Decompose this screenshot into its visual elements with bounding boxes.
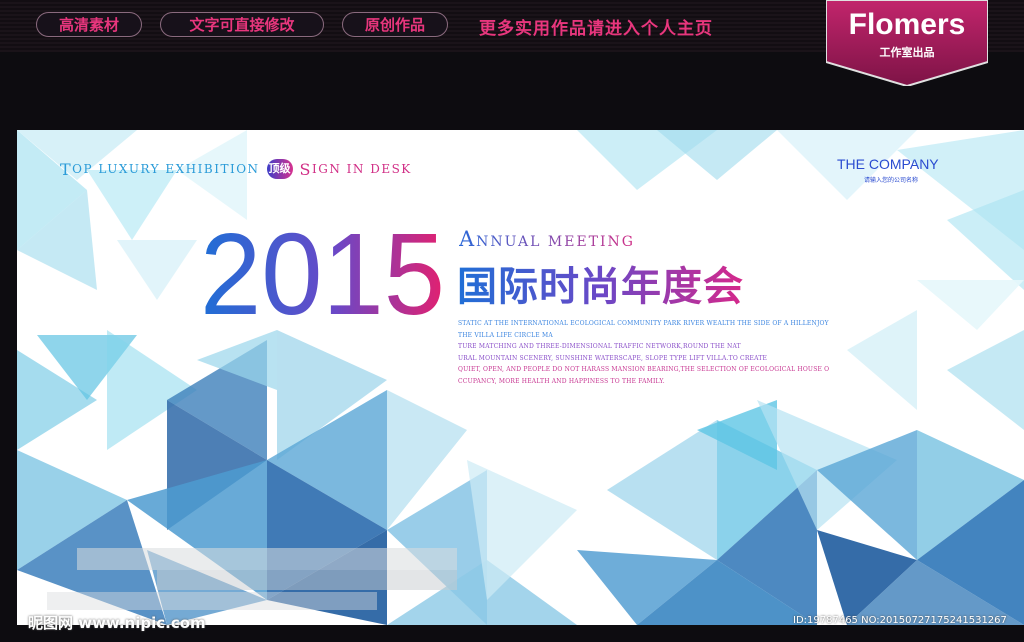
tagline-part1: OP LUXURY EXHIBITION <box>72 162 260 176</box>
chinese-title: 国际时尚年度会 <box>457 254 744 312</box>
nipic-watermark: 昵图网 www.nipic.com <box>28 614 206 632</box>
description-line: THE VILLA LIFE CIRCLE MA <box>458 331 553 339</box>
company-name-placeholder: 请输入您的公司名称 <box>864 177 919 184</box>
footer-watermark: 昵图网 www.nipic.com ID:19787465 NO:2015072… <box>0 604 1024 642</box>
brand-badge[interactable]: Flomers 工作室出品 <box>826 0 988 86</box>
image-id-label: ID:19787465 NO:20150727175241531267 <box>793 615 1007 626</box>
description-text: STATIC AT THE INTERNATIONAL ECOLOGICAL C… <box>458 318 858 387</box>
tagline-part2-cap: S <box>299 159 312 179</box>
description-line: URAL MOUNTAIN SCENERY, SUNSHINE WATERSCA… <box>458 354 768 362</box>
pill-editable-text[interactable]: 文字可直接修改 <box>160 12 324 37</box>
description-line: STATIC AT THE INTERNATIONAL ECOLOGICAL C… <box>458 320 829 327</box>
pill-original-work[interactable]: 原创作品 <box>342 12 448 37</box>
tagline-part2: IGN IN DESK <box>312 162 412 176</box>
top-luxury-tagline: T OP LUXURY EXHIBITION 顶级 S IGN IN DESK <box>60 158 412 180</box>
company-name: THE COMPANY <box>837 156 939 172</box>
annual-cap: A <box>459 227 477 251</box>
annual-meeting-heading: ANNUAL MEETING <box>459 227 635 251</box>
annual-meeting-banner: T OP LUXURY EXHIBITION 顶级 S IGN IN DESK TH… <box>17 130 1024 625</box>
pill-hd-material[interactable]: 高清素材 <box>36 12 142 37</box>
promo-text[interactable]: 更多实用作品请进入个人主页 <box>479 14 713 39</box>
annual-rest: NNUAL MEETING <box>476 234 635 250</box>
year-text: 2015 <box>200 210 445 322</box>
description-line: TURE MATCHING AND THREE-DIMENSIONAL TRAF… <box>458 343 741 350</box>
year-2015: 2015 <box>200 210 445 322</box>
description-line: CCUPANCY, MORE HEALTH AND HAPPINESS TO T… <box>458 377 665 385</box>
brand-sub: 工作室出品 <box>879 46 935 59</box>
tagline-part1-cap: T <box>60 159 73 179</box>
top-grade-badge: 顶级 <box>266 159 293 179</box>
description-line: QUIET, OPEN, AND PEOPLE DO NOT HARASS MA… <box>458 366 830 373</box>
brand-name: Flomers <box>848 8 966 41</box>
